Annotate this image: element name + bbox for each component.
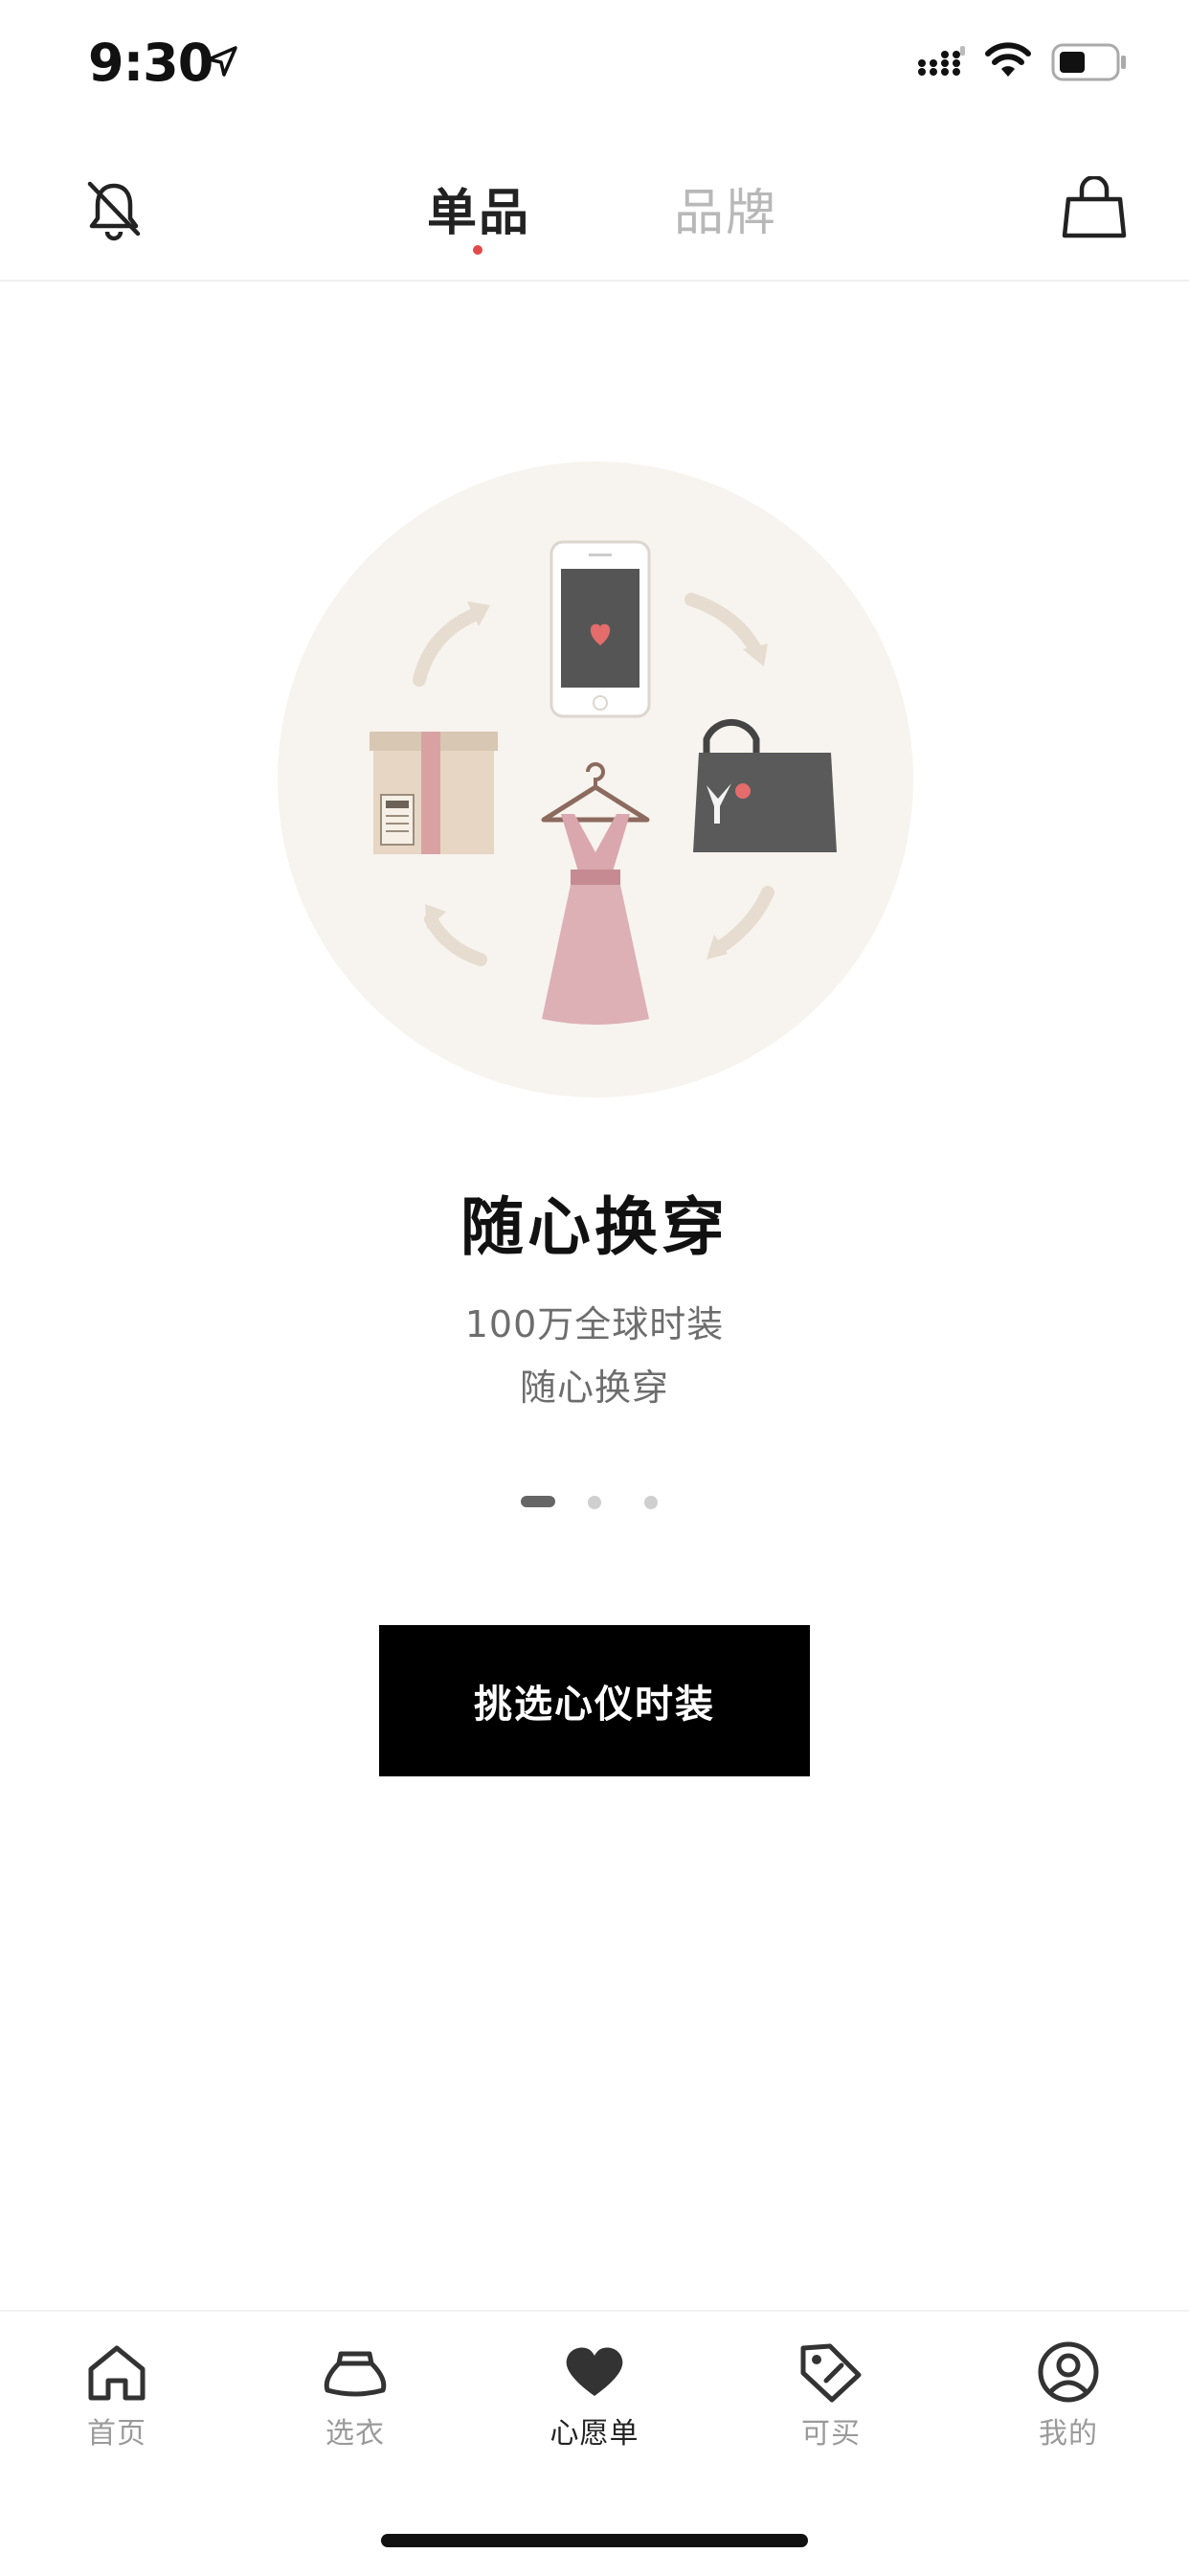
tab-pick-clothes[interactable]: 选衣 (259, 2340, 451, 2452)
location-arrow-icon (207, 46, 237, 77)
browse-fashion-button[interactable]: 挑选心仪时装 (379, 1625, 810, 1776)
status-time: 9:30 (88, 33, 213, 93)
tab-single-item[interactable]: 单品 (427, 172, 530, 244)
wardrobe-cycle-illustration (278, 462, 913, 1097)
wifi-icon (985, 42, 1031, 77)
tab-brand[interactable]: 品牌 (674, 172, 777, 244)
tab-wishlist[interactable]: 心愿单 (499, 2340, 690, 2452)
box-illustration (370, 732, 498, 854)
active-tab-indicator (473, 245, 482, 255)
pager-dot[interactable] (644, 1496, 658, 1509)
battery-icon (1051, 43, 1126, 81)
cellular-signal-icon (918, 46, 965, 76)
skirt-icon (324, 2351, 387, 2397)
tag-icon (800, 2343, 862, 2403)
tab-profile-label: 我的 (1039, 2417, 1098, 2451)
tab-home-label: 首页 (87, 2417, 146, 2451)
tab-home[interactable]: 首页 (21, 2340, 213, 2452)
tab-profile[interactable]: 我的 (973, 2340, 1164, 2452)
hero-subtitle-line2: 随心换穿 (519, 1367, 669, 1409)
phone-illustration (550, 540, 651, 718)
tab-buyable-label: 可买 (801, 2417, 861, 2451)
hero-subtitle-line1: 100万全球时装 (464, 1303, 725, 1345)
heart-icon (566, 2347, 623, 2396)
pager-dot-active[interactable] (521, 1496, 555, 1507)
home-icon (88, 2345, 146, 2401)
home-indicator[interactable] (381, 2534, 808, 2547)
profile-icon (1038, 2341, 1099, 2403)
shopping-bag-icon[interactable] (1061, 176, 1128, 243)
tab-buyable[interactable]: 可买 (735, 2340, 927, 2452)
notification-off-icon[interactable] (84, 178, 144, 241)
pager-dot[interactable] (588, 1496, 601, 1509)
tab-wishlist-label: 心愿单 (550, 2417, 639, 2451)
tab-pick-clothes-label: 选衣 (325, 2417, 385, 2451)
top-nav: 单品 品牌 (0, 134, 1189, 282)
status-bar: 9:30 (0, 0, 1189, 134)
hero-title: 随心换穿 (460, 1190, 729, 1264)
